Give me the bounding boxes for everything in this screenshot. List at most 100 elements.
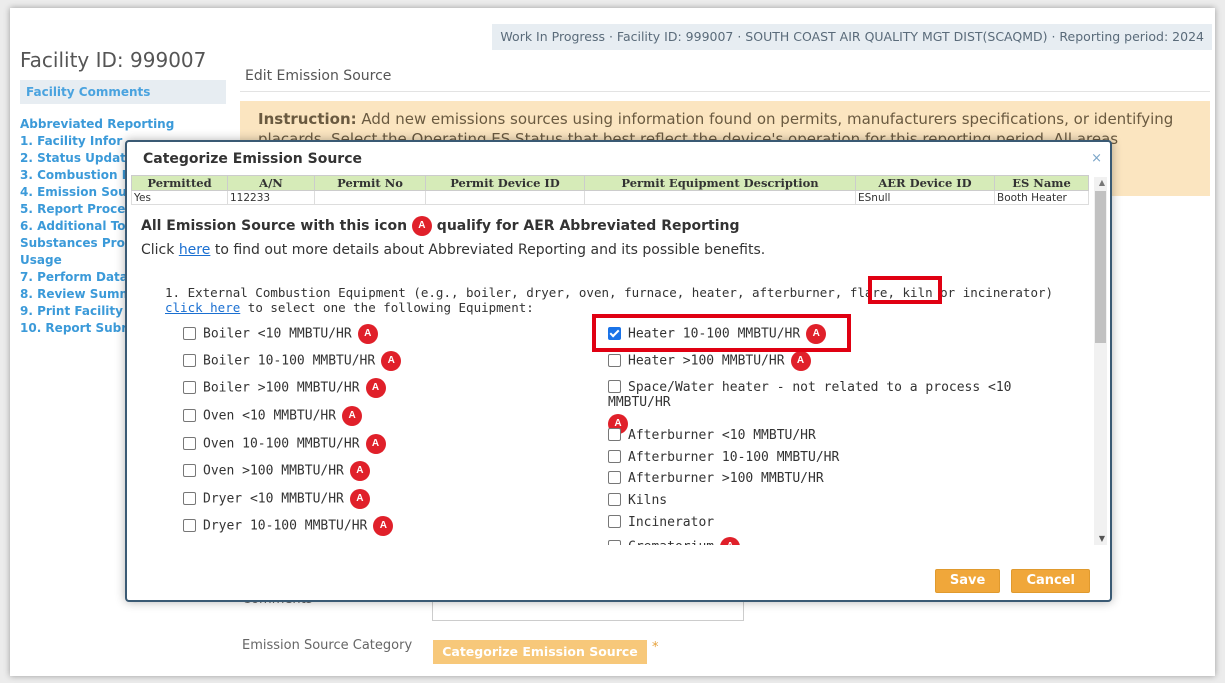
- page-title: Edit Emission Source: [245, 68, 392, 84]
- cell-aer-device-id: ESnull: [855, 190, 995, 205]
- facility-comments-link[interactable]: Facility Comments: [20, 80, 226, 104]
- categorize-emission-source-button[interactable]: Categorize Emission Source: [433, 640, 647, 664]
- option-item[interactable]: Boiler <10 MMBTU/HR A: [183, 324, 378, 344]
- abbreviated-badge-icon: A: [349, 461, 370, 481]
- divider: [240, 91, 1210, 92]
- option-label: Boiler 10-100 MMBTU/HR: [203, 353, 376, 369]
- option-checkbox[interactable]: [183, 326, 196, 340]
- option-item[interactable]: Space/Water heater - not related to a pr…: [608, 380, 1048, 434]
- abbreviated-badge-icon: A: [357, 324, 378, 344]
- option-label: Afterburner >100 MMBTU/HR: [628, 471, 824, 486]
- abbreviated-reporting-note: All Emission Source with this icon A qua…: [141, 216, 740, 236]
- option-checkbox[interactable]: [608, 515, 621, 528]
- modal-footer: Save Cancel: [929, 569, 1090, 593]
- cell-es-name: Booth Heater: [994, 190, 1089, 205]
- abbreviated-badge-icon: A: [373, 516, 394, 536]
- option-item[interactable]: Oven 10-100 MMBTU/HR A: [183, 434, 386, 454]
- option-label: Dryer <10 MMBTU/HR: [203, 491, 344, 507]
- permit-table: Permitted A/N Permit No Permit Device ID…: [131, 175, 1089, 205]
- option-item[interactable]: Boiler 10-100 MMBTU/HR A: [183, 351, 402, 371]
- col-permit-equipment-description: Permit Equipment Description: [584, 175, 856, 191]
- option-checkbox[interactable]: [608, 493, 621, 506]
- option-item[interactable]: Afterburner 10-100 MMBTU/HR: [608, 450, 839, 465]
- instruction-label: Instruction:: [258, 110, 357, 128]
- abbreviated-badge-icon: A: [790, 351, 811, 371]
- option-item[interactable]: Afterburner <10 MMBTU/HR: [608, 428, 816, 443]
- cancel-button[interactable]: Cancel: [1011, 569, 1090, 593]
- col-permit-no: Permit No: [314, 175, 426, 191]
- abbreviated-badge-icon: A: [411, 216, 432, 236]
- option-item[interactable]: Crematorium A: [608, 537, 741, 545]
- scroll-up-arrow-icon[interactable]: ▲: [1099, 178, 1105, 187]
- option-checkbox[interactable]: [608, 353, 621, 367]
- save-button[interactable]: Save: [934, 569, 1001, 593]
- option-label: Oven <10 MMBTU/HR: [203, 408, 337, 424]
- option-checkbox[interactable]: [608, 380, 621, 393]
- more-details-line: Click here to find out more details abou…: [141, 242, 765, 258]
- sidebar-item-additional-toxics-3[interactable]: Usage: [20, 252, 140, 269]
- sidebar-item-report-submit[interactable]: 10. Report Subr: [20, 320, 140, 337]
- sidebar-item-review-summary[interactable]: 8. Review Summ: [20, 286, 140, 303]
- sidebar-item-status-update[interactable]: 2. Status Updat: [20, 150, 140, 167]
- option-checkbox[interactable]: [183, 463, 196, 477]
- option-item[interactable]: Afterburner >100 MMBTU/HR: [608, 471, 824, 486]
- sidebar-item-combustion[interactable]: 3. Combustion F: [20, 167, 140, 184]
- option-item[interactable]: Kilns: [608, 493, 667, 508]
- option-checkbox[interactable]: [183, 436, 196, 450]
- cell-permit-equipment-description: [584, 190, 856, 205]
- abbr-note-prefix: All Emission Source with this icon: [141, 218, 408, 234]
- col-an: A/N: [227, 175, 315, 191]
- option-checkbox[interactable]: [608, 539, 621, 545]
- option-item[interactable]: Oven >100 MMBTU/HR A: [183, 461, 370, 481]
- q1-click-here-link[interactable]: click here: [165, 300, 240, 315]
- option-label: Boiler >100 MMBTU/HR: [203, 380, 360, 396]
- option-item[interactable]: Dryer <10 MMBTU/HR A: [183, 489, 370, 509]
- col-permit-device-id: Permit Device ID: [425, 175, 585, 191]
- emission-source-category-label: Emission Source Category: [242, 638, 413, 653]
- click-suffix: to find out more details about Abbreviat…: [214, 242, 766, 258]
- option-item[interactable]: Oven <10 MMBTU/HR A: [183, 406, 363, 426]
- sidebar-item-emission-source[interactable]: 4. Emission Sou: [20, 184, 140, 201]
- click-prefix: Click: [141, 242, 175, 258]
- sidebar-item-perform-data[interactable]: 7. Perform Data: [20, 269, 140, 286]
- option-label: Oven 10-100 MMBTU/HR: [203, 436, 360, 452]
- option-item[interactable]: Boiler >100 MMBTU/HR A: [183, 378, 386, 398]
- abbreviated-badge-icon: A: [720, 537, 741, 545]
- option-item[interactable]: Dryer 10-100 MMBTU/HR A: [183, 516, 394, 536]
- sidebar-item-facility-information[interactable]: 1. Facility Infor: [20, 133, 140, 150]
- table-row[interactable]: Yes 112233 ESnull Booth Heater: [131, 190, 1089, 205]
- option-label: Afterburner <10 MMBTU/HR: [628, 428, 816, 443]
- option-checkbox[interactable]: [183, 353, 196, 367]
- col-permitted: Permitted: [131, 175, 228, 191]
- option-label: Oven >100 MMBTU/HR: [203, 463, 344, 479]
- option-checkbox[interactable]: [183, 491, 196, 505]
- option-checkbox[interactable]: [608, 428, 621, 441]
- facility-title: Facility ID: 999007: [20, 48, 207, 72]
- col-es-name: ES Name: [994, 175, 1089, 191]
- status-header: Work In Progress · Facility ID: 999007 ·…: [492, 24, 1212, 50]
- scroll-down-arrow-icon[interactable]: ▼: [1099, 534, 1105, 543]
- click-here-highlight: [868, 276, 942, 304]
- option-label: Incinerator: [628, 515, 715, 530]
- sidebar-item-print-facility[interactable]: 9. Print Facility: [20, 303, 140, 320]
- abbreviated-badge-icon: A: [381, 351, 402, 371]
- option-label: Boiler <10 MMBTU/HR: [203, 326, 352, 342]
- more-details-link[interactable]: here: [179, 242, 211, 258]
- option-item[interactable]: Heater >100 MMBTU/HR A: [608, 351, 811, 371]
- categorize-modal: Categorize Emission Source × Permitted A…: [125, 140, 1112, 602]
- option-label: Dryer 10-100 MMBTU/HR: [203, 518, 368, 534]
- option-checkbox[interactable]: [183, 408, 196, 422]
- option-checkbox[interactable]: [183, 518, 196, 532]
- option-checkbox[interactable]: [608, 450, 621, 463]
- option-checkbox[interactable]: [608, 471, 621, 484]
- close-icon[interactable]: ×: [1091, 151, 1102, 166]
- option-item[interactable]: Incinerator: [608, 515, 714, 530]
- modal-scrollbar-thumb[interactable]: [1095, 191, 1106, 343]
- sidebar-item-report-process[interactable]: 5. Report Proce: [20, 201, 140, 218]
- sidebar-item-additional-toxics-2[interactable]: Substances Proc: [20, 235, 140, 252]
- modal-header: Categorize Emission Source ×: [127, 142, 1110, 174]
- sidebar-item-abbreviated-reporting[interactable]: Abbreviated Reporting: [20, 116, 174, 133]
- option-checkbox[interactable]: [183, 380, 196, 394]
- cell-permitted: Yes: [131, 190, 228, 205]
- sidebar-item-additional-toxics[interactable]: 6. Additional To: [20, 218, 140, 235]
